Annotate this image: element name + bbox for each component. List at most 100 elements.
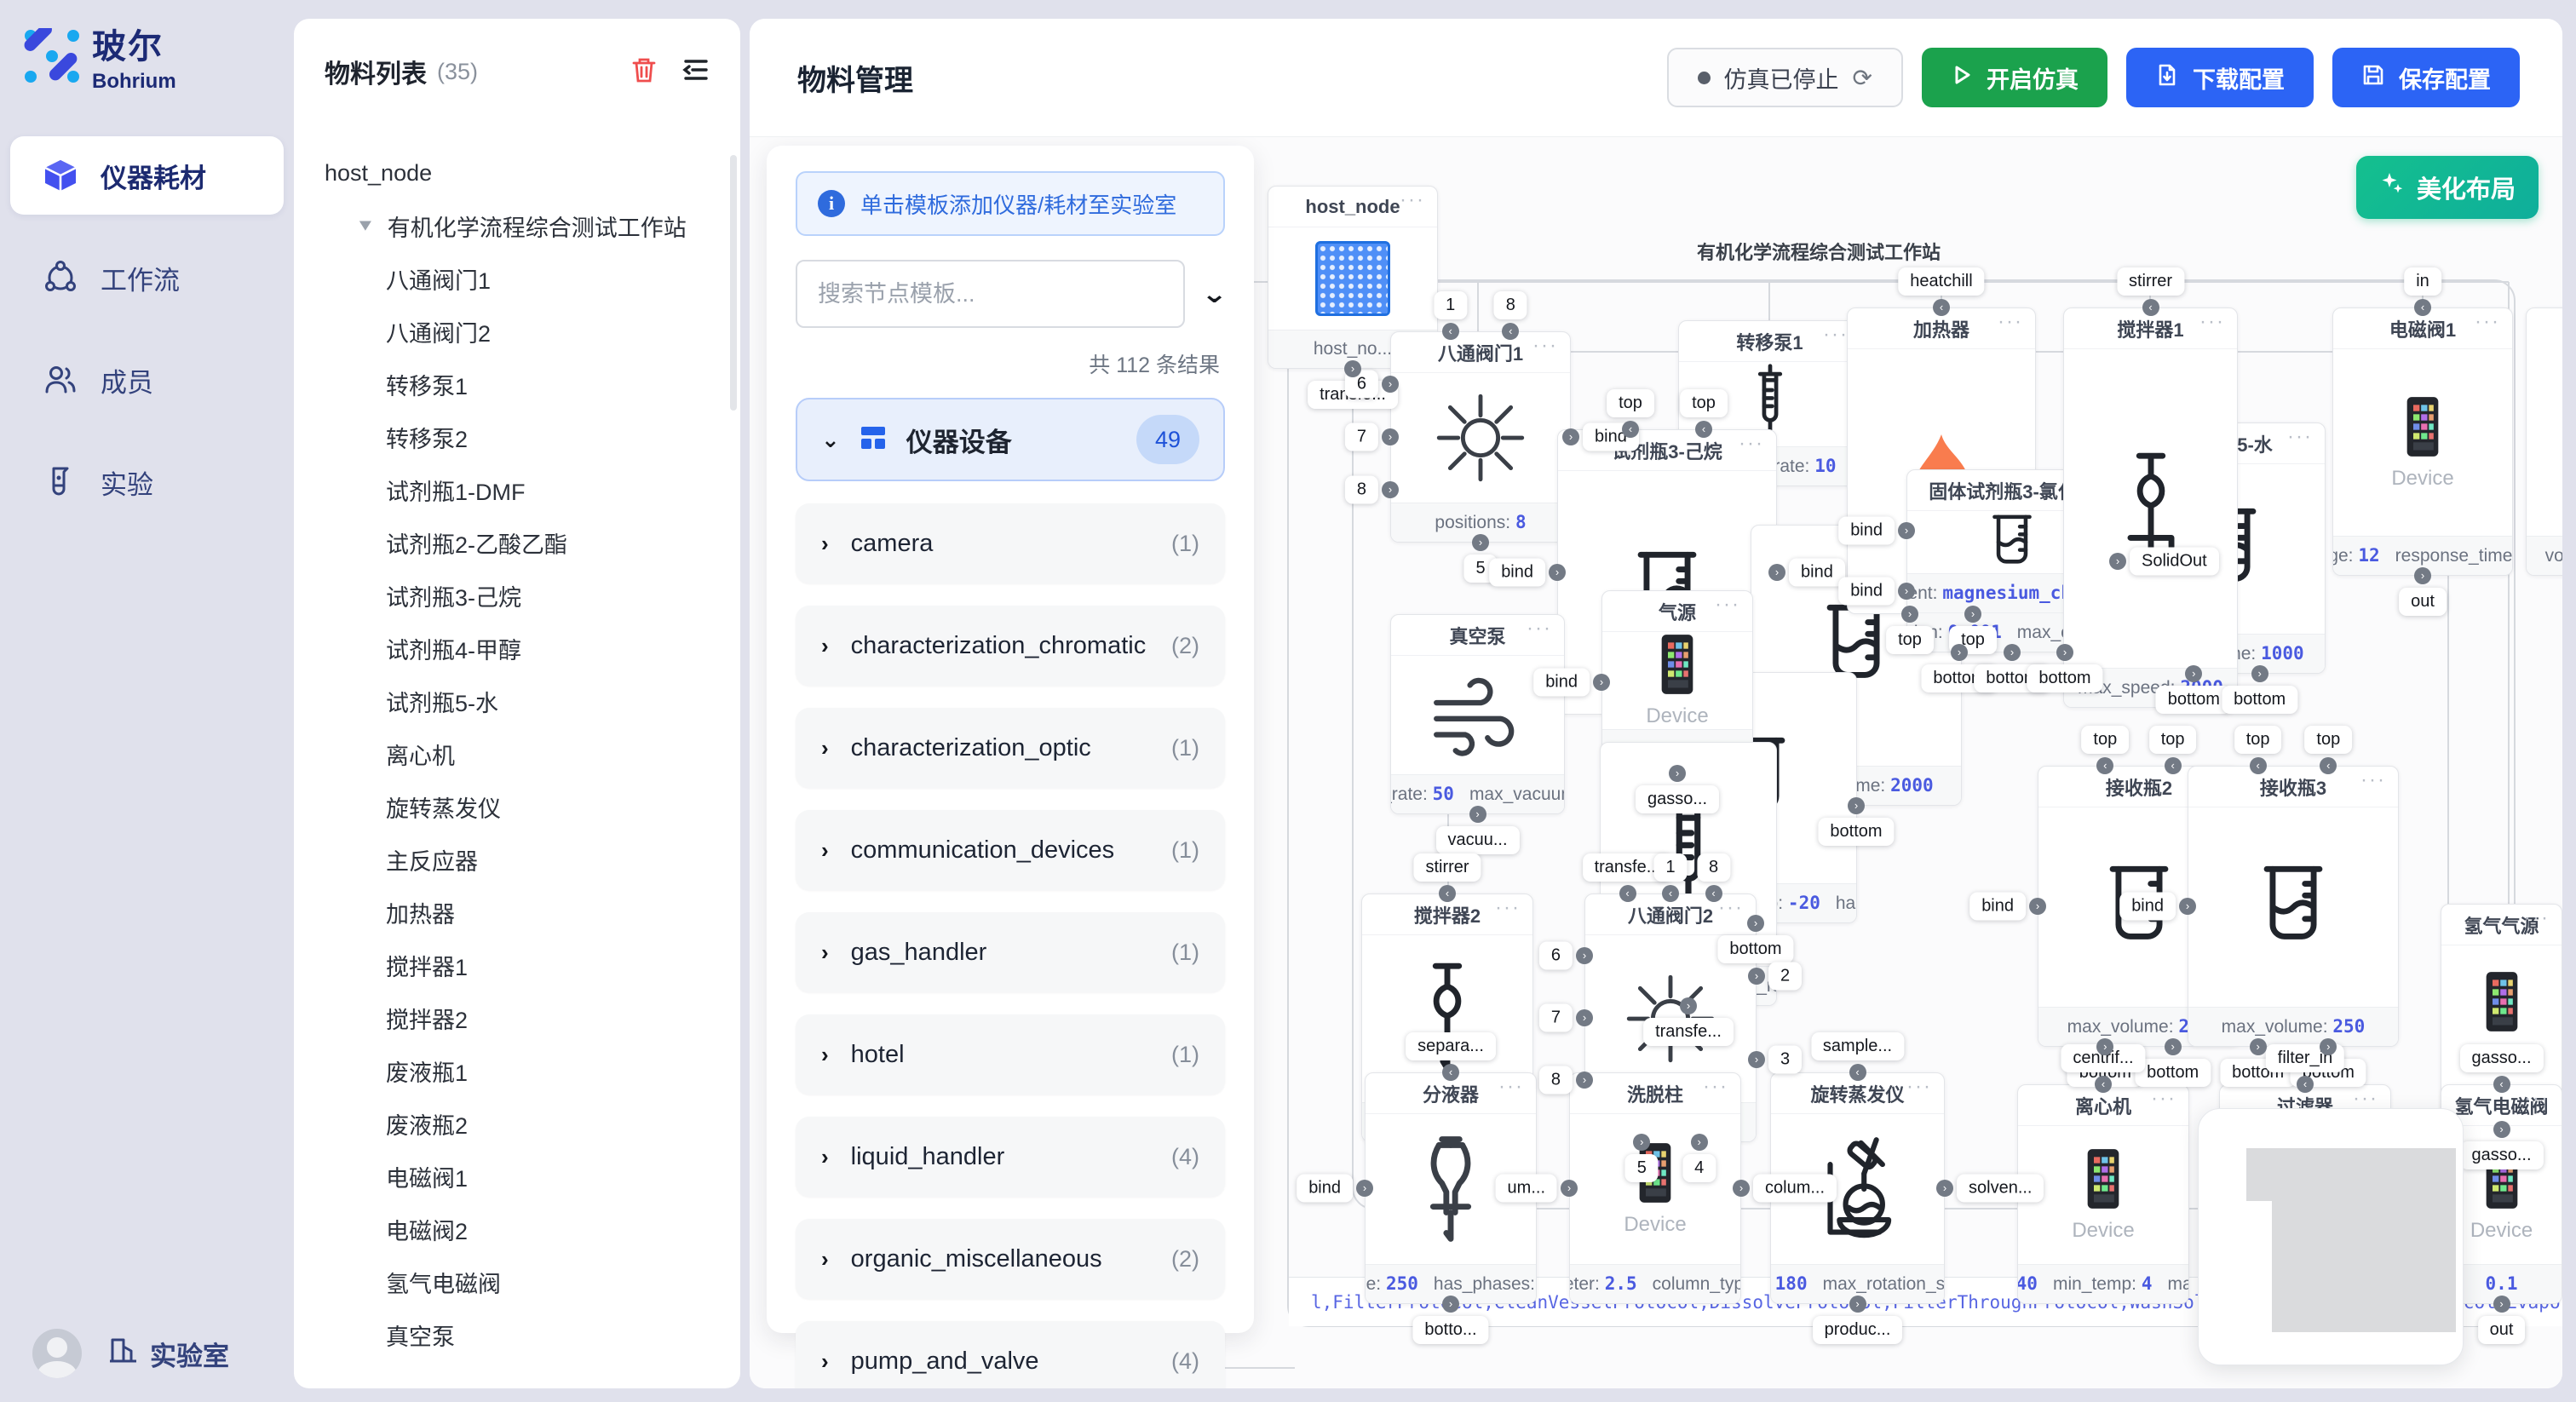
port-dot[interactable]: ›	[2056, 644, 2073, 661]
port-label[interactable]: bind	[1838, 577, 1895, 606]
more-icon[interactable]: ···	[1703, 1075, 1728, 1099]
port-label[interactable]: 5	[1625, 1154, 1659, 1182]
port-label[interactable]: top	[1680, 389, 1728, 417]
port-label[interactable]: colum...	[1753, 1175, 1837, 1203]
port-label[interactable]: top	[2234, 726, 2282, 754]
more-icon[interactable]: ···	[1998, 310, 2023, 334]
port-label[interactable]: 7	[1539, 1004, 1573, 1032]
port-label[interactable]: 1	[1434, 291, 1467, 319]
category-liquid_handler[interactable]: ›liquid_handler(4)	[796, 1117, 1225, 1197]
scrollbar[interactable]	[730, 155, 737, 411]
delete-icon[interactable]	[630, 55, 658, 89]
port-dot[interactable]: ›	[1747, 915, 1764, 932]
tree-item[interactable]: host_node	[294, 147, 732, 199]
port-label[interactable]: bottom	[2135, 1059, 2211, 1087]
port-dot[interactable]: ›	[2165, 1038, 2182, 1055]
port-dot[interactable]: ‹	[1619, 885, 1636, 902]
port-label[interactable]: bottom	[1717, 935, 1793, 963]
tree-item[interactable]: 废液瓶1	[294, 1044, 732, 1097]
port-dot[interactable]: ›	[1768, 564, 1785, 581]
port-dot[interactable]: ›	[1669, 765, 1686, 782]
port-label[interactable]: top	[2149, 726, 2197, 754]
port-label[interactable]: 2	[1768, 962, 1802, 991]
port-dot[interactable]: ‹	[1695, 421, 1712, 438]
more-icon[interactable]: ···	[1823, 323, 1849, 347]
more-icon[interactable]: ···	[1906, 1075, 1932, 1099]
port-dot[interactable]: ›	[2250, 1038, 2267, 1055]
port-label[interactable]: vacuu...	[1435, 826, 1519, 854]
canvas-node-电磁阀1[interactable]: 电磁阀1···Devicevoltage: 12response_time: 0…	[2332, 307, 2513, 576]
port-label[interactable]: bind	[1838, 516, 1895, 544]
tree-item[interactable]: 旋转蒸发仪	[294, 780, 732, 833]
port-dot[interactable]: ›	[2493, 1121, 2510, 1138]
port-dot[interactable]: ›	[2004, 644, 2021, 661]
port-dot[interactable]: ›	[1549, 564, 1566, 581]
canvas-node-搅拌器1[interactable]: 搅拌器1···max_speed: 2000	[2063, 307, 2238, 708]
tree-item[interactable]: 搅拌器2	[294, 991, 732, 1044]
port-dot[interactable]: ›	[1748, 1051, 1765, 1068]
beautify-layout-button[interactable]: 美化布局	[2356, 156, 2539, 219]
chevron-down-icon[interactable]: ⌄	[1201, 279, 1228, 309]
port-dot[interactable]: ‹	[1439, 885, 1456, 902]
port-dot[interactable]: ‹	[1849, 1064, 1866, 1081]
more-icon[interactable]: ···	[1495, 896, 1521, 920]
port-dot[interactable]: ›	[1951, 644, 1968, 661]
port-label[interactable]: out	[2478, 1316, 2526, 1344]
more-icon[interactable]: ···	[1527, 617, 1552, 641]
port-dot[interactable]: ›	[1576, 1072, 1593, 1089]
port-dot[interactable]: ‹	[1705, 885, 1722, 902]
more-icon[interactable]: ···	[2524, 1087, 2550, 1111]
more-icon[interactable]: ···	[2287, 425, 2313, 449]
port-dot[interactable]: ›	[1562, 428, 1579, 445]
tree-item[interactable]: 离心机	[294, 727, 732, 780]
tree-item[interactable]: 转移泵2	[294, 411, 732, 463]
port-label[interactable]: heatchill	[1898, 267, 1984, 296]
sidebar-item-lab[interactable]: 实验室	[107, 1335, 229, 1373]
port-dot[interactable]: ‹	[2493, 1076, 2510, 1093]
canvas-node-洗脱柱[interactable]: 洗脱柱···Devicediameter: 2.5column_type: si	[1569, 1072, 1741, 1304]
port-label[interactable]: 8	[1697, 853, 1730, 882]
port-label[interactable]: bind	[2119, 893, 2176, 921]
port-label[interactable]: top	[2304, 726, 2352, 754]
sidebar-item-3[interactable]: 实验	[10, 443, 284, 521]
sidebar-item-0[interactable]: 仪器耗材	[10, 136, 284, 215]
port-label[interactable]: bottom	[2027, 664, 2102, 692]
port-dot[interactable]: ‹	[2414, 299, 2431, 316]
port-label[interactable]: top	[1886, 626, 1934, 654]
port-label[interactable]: gasso...	[2459, 1141, 2543, 1169]
more-icon[interactable]: ···	[2360, 768, 2386, 792]
port-dot[interactable]: ›	[2414, 567, 2431, 584]
node-canvas[interactable]: 有机化学流程综合测试工作站 l,FilterProtocol,CleanVess…	[750, 136, 2562, 1388]
port-dot[interactable]: ›	[1848, 797, 1865, 814]
port-dot[interactable]: ›	[1442, 1296, 1459, 1313]
port-dot[interactable]: ›	[1576, 1009, 1593, 1026]
sidebar-item-2[interactable]: 成员	[10, 341, 284, 419]
port-dot[interactable]: ›	[1561, 1180, 1578, 1197]
tree-item[interactable]: 电磁阀2	[294, 1203, 732, 1255]
port-label[interactable]: out	[2399, 588, 2447, 616]
tree-item[interactable]: 八通阀门2	[294, 305, 732, 358]
category-communication_devices[interactable]: ›communication_devices(1)	[796, 810, 1225, 890]
port-dot[interactable]: ›	[2251, 665, 2268, 682]
port-label[interactable]: top	[2081, 726, 2129, 754]
tree-item[interactable]: 氢气电磁阀	[294, 1255, 732, 1308]
port-dot[interactable]: ›	[2493, 1296, 2510, 1313]
more-icon[interactable]: ···	[2199, 310, 2225, 334]
port-label[interactable]: sample...	[1811, 1032, 1904, 1060]
more-icon[interactable]: ···	[1715, 593, 1740, 617]
port-label[interactable]: 8	[1345, 476, 1378, 504]
port-dot[interactable]: ‹	[2165, 757, 2182, 774]
canvas-node-真空泵[interactable]: 真空泵···pump_rate: 50max_vacuum: 0.1	[1390, 614, 1565, 814]
port-label[interactable]: SolidOut	[2130, 547, 2219, 575]
port-label[interactable]: 3	[1768, 1045, 1802, 1073]
port-dot[interactable]: ›	[1382, 428, 1399, 445]
port-dot[interactable]: ‹	[1933, 299, 1950, 316]
port-dot[interactable]: ›	[1964, 606, 1981, 623]
more-icon[interactable]: ···	[1498, 1075, 1524, 1099]
port-label[interactable]: transfe...	[1643, 1018, 1734, 1046]
port-label[interactable]: gasso...	[2459, 1044, 2543, 1072]
canvas-node-八通阀门1[interactable]: 八通阀门1···positions: 8	[1390, 331, 1571, 543]
port-label[interactable]: produc...	[1813, 1316, 1903, 1344]
port-label[interactable]: bind	[1969, 893, 2026, 921]
more-icon[interactable]: ···	[2151, 1087, 2176, 1111]
